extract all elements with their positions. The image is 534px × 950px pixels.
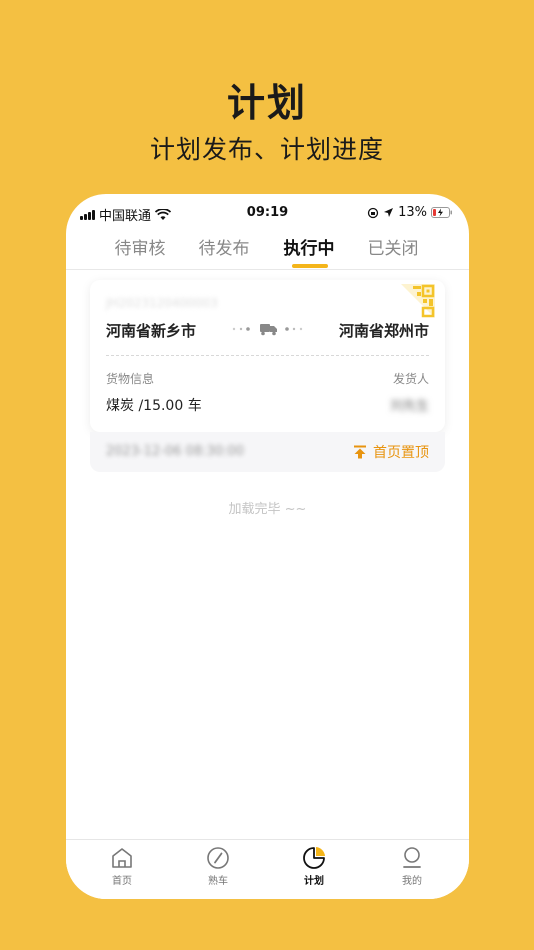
goods-info-value: 煤炭 /15.00 车 — [106, 398, 202, 414]
pie-chart-icon — [303, 847, 325, 869]
orientation-lock-icon — [367, 207, 379, 218]
card-divider — [106, 355, 429, 356]
pin-top-icon — [354, 445, 366, 459]
nav-familiar-trucks[interactable]: 熟车 — [188, 846, 248, 887]
phone-screen: 中国联通 09:19 13% 待审核 待发布 执行中 已关闭 JH2023120… — [66, 194, 469, 899]
plan-card-footer: 2023-12-06 08:30:00 首页置顶 — [90, 432, 445, 472]
plan-time: 2023-12-06 08:30:00 — [106, 444, 245, 459]
nav-plan[interactable]: 计划 — [284, 846, 344, 887]
location-icon — [384, 208, 394, 217]
hero-title: 计划 — [226, 81, 307, 125]
tab-closed[interactable]: 已关闭 — [353, 234, 433, 259]
tab-pending-publish[interactable]: 待发布 — [184, 234, 264, 259]
shipper-label: 发货人 — [392, 372, 429, 386]
nav-familiar-trucks-label: 熟车 — [208, 876, 228, 887]
compass-icon — [207, 847, 229, 869]
plan-card[interactable]: JH2023120400003 河南省新乡市 河南省郑州市 货物信息 发货人 煤… — [90, 280, 445, 432]
battery-percent: 13% — [398, 205, 427, 220]
bottom-navigation: 首页 熟车 计划 我的 — [66, 839, 469, 899]
tab-pending-review[interactable]: 待审核 — [100, 234, 180, 259]
route-destination: 河南省郑州市 — [338, 322, 429, 340]
nav-mine[interactable]: 我的 — [382, 846, 442, 887]
status-tabs: 待审核 待发布 执行中 已关闭 — [66, 230, 469, 270]
battery-charging-icon — [431, 207, 452, 218]
hero-subtitle: 计划发布、计划进度 — [149, 135, 384, 164]
qr-code-icon[interactable] — [401, 284, 435, 318]
home-icon — [112, 848, 132, 868]
pin-to-top-label: 首页置顶 — [373, 445, 429, 461]
shipper-value: 刘先生 — [389, 399, 429, 414]
nav-home-label: 首页 — [112, 876, 132, 887]
pin-to-top-button[interactable]: 首页置顶 — [353, 442, 429, 462]
plan-number: JH2023120400003 — [106, 296, 218, 310]
goods-info-label: 货物信息 — [106, 372, 155, 386]
nav-home[interactable]: 首页 — [92, 846, 152, 887]
nav-plan-label: 计划 — [304, 876, 324, 887]
route-origin: 河南省新乡市 — [106, 322, 197, 340]
list-end-text: 加载完毕 ~~ — [228, 502, 307, 517]
status-bar: 中国联通 09:19 13% — [66, 194, 469, 230]
truck-route-icon — [232, 324, 303, 336]
user-icon — [403, 847, 421, 868]
nav-mine-label: 我的 — [402, 876, 422, 887]
tab-in-progress[interactable]: 执行中 — [269, 234, 349, 259]
active-tab-indicator — [292, 264, 328, 268]
